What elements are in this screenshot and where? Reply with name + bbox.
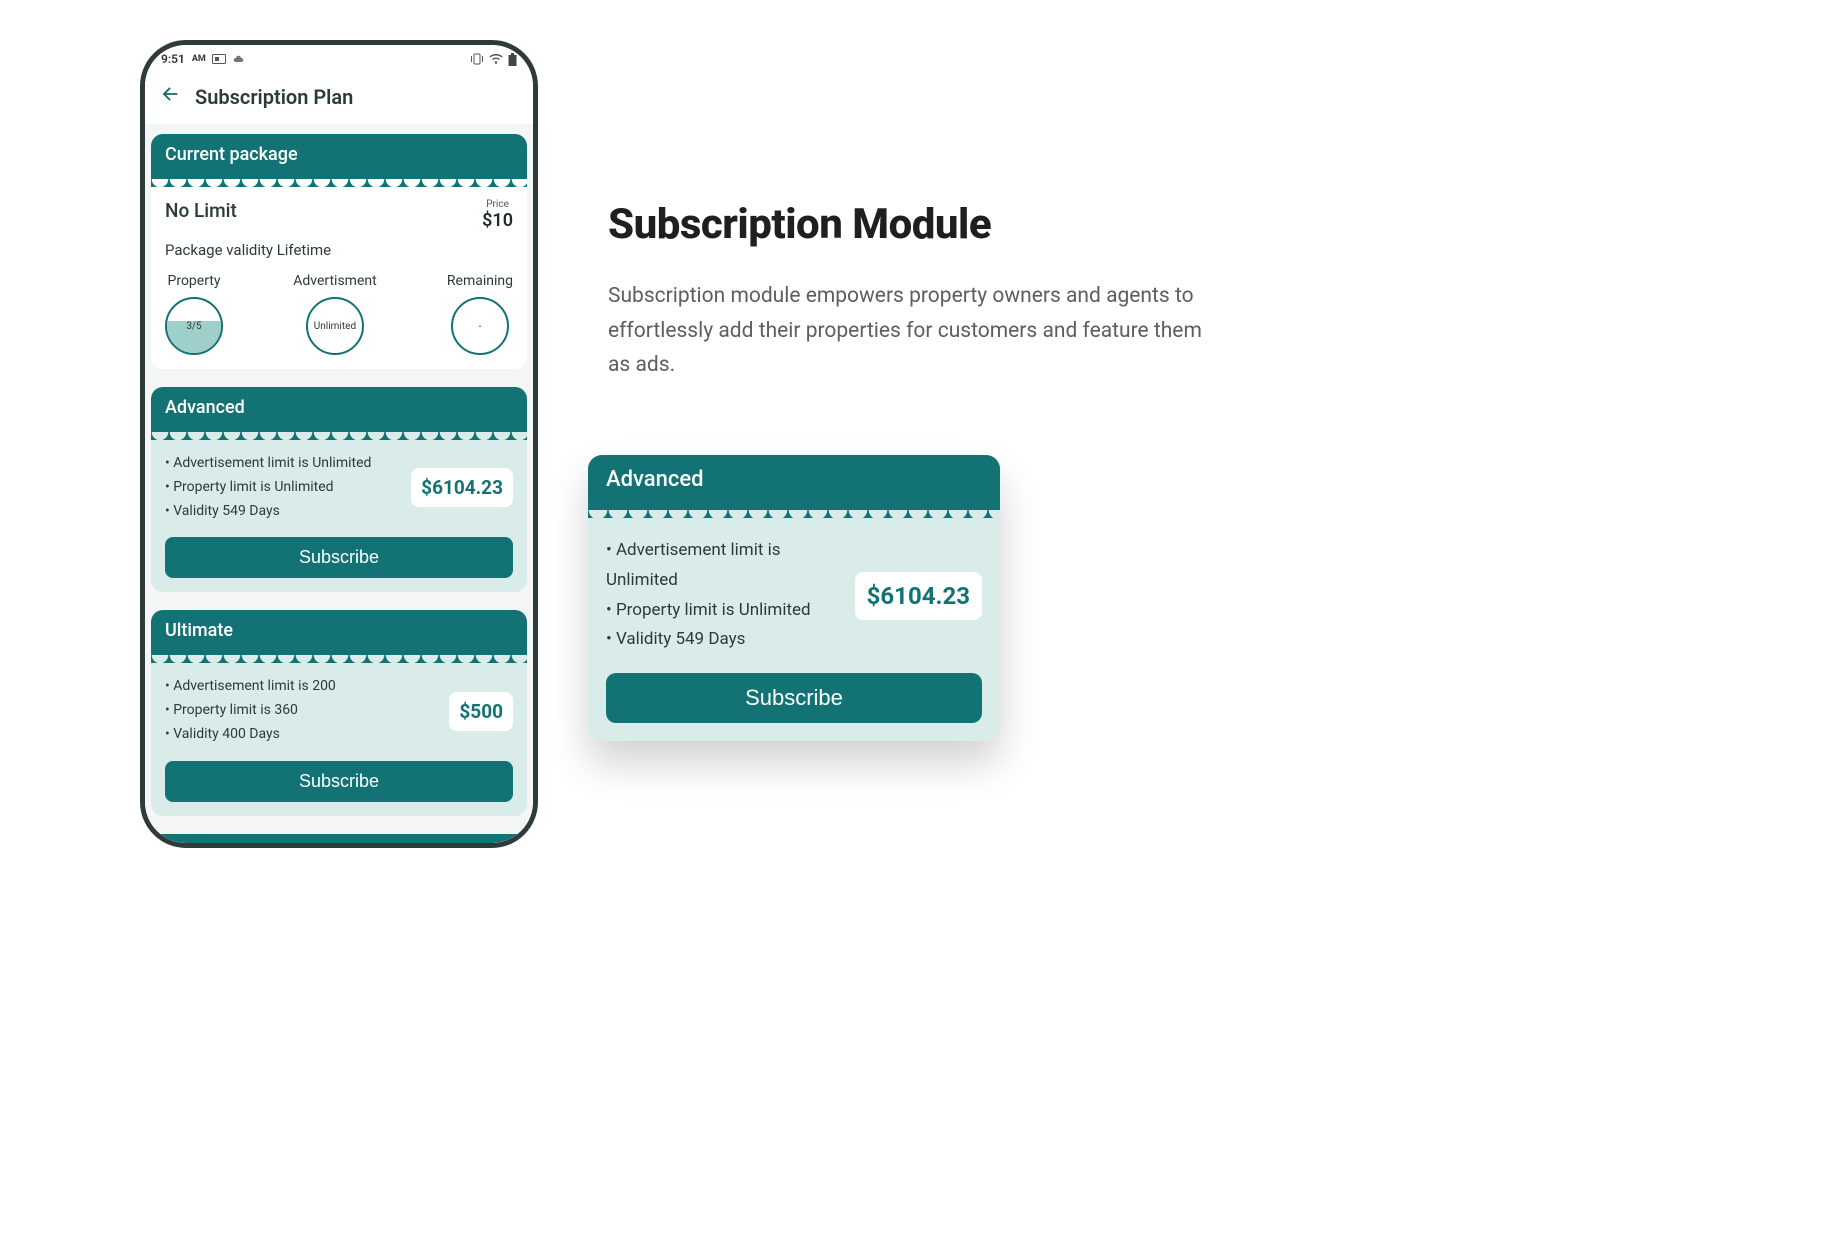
plan-feature: Advertisement limit is Unlimited (606, 536, 847, 596)
wifi-icon (489, 54, 503, 65)
cast-icon (212, 54, 226, 64)
status-ampm: AM (192, 54, 206, 64)
status-bar: 9:51 AM (145, 45, 533, 73)
vibrate-icon (470, 53, 484, 65)
stat-advertisement-gauge: Unlimited (306, 297, 364, 355)
plan-feature: Property limit is Unlimited (606, 596, 847, 626)
plan-feature: Property limit is 360 (165, 699, 336, 723)
next-card-peek (151, 834, 527, 843)
plan-feature: Validity 549 Days (606, 625, 847, 655)
plan-price: $6104.23 (855, 572, 982, 620)
subscribe-button[interactable]: Subscribe (165, 537, 513, 578)
cloud-icon (232, 54, 246, 64)
stat-remaining-label: Remaining (447, 273, 513, 289)
plan-features: Advertisement limit is Unlimited Propert… (165, 452, 371, 523)
phone-mockup: 9:51 AM (140, 40, 538, 848)
plan-title: Ultimate (151, 610, 527, 649)
current-package-price: $10 (482, 210, 513, 231)
battery-icon (508, 53, 517, 66)
subscribe-button[interactable]: Subscribe (606, 673, 982, 723)
plan-feature: Property limit is Unlimited (165, 476, 371, 500)
stat-property-gauge: 3/5 (165, 297, 223, 355)
float-plan-card: Advanced Advertisement limit is Unlimite… (588, 455, 1000, 741)
plan-price: $6104.23 (411, 468, 513, 507)
plan-feature: Validity 549 Days (165, 500, 371, 524)
plan-feature: Advertisement limit is Unlimited (165, 452, 371, 476)
stat-remaining-value: - (479, 321, 482, 332)
plan-feature: Advertisement limit is 200 (165, 675, 336, 699)
current-package-card: Current package No Limit Price $10 Packa… (151, 134, 527, 369)
marketing-heading: Subscription Module (608, 200, 1228, 249)
price-label: Price (482, 199, 513, 210)
stat-property-label: Property (168, 273, 221, 289)
scallop-divider (588, 502, 1000, 518)
plan-card-advanced: Advanced Advertisement limit is Unlimite… (151, 387, 527, 592)
plan-feature: Validity 400 Days (165, 723, 336, 747)
stat-remaining-gauge: - (451, 297, 509, 355)
plan-title: Advanced (588, 455, 1000, 502)
page-title: Subscription Plan (195, 85, 353, 109)
plan-card-ultimate: Ultimate Advertisement limit is 200 Prop… (151, 610, 527, 815)
current-package-header: Current package (151, 134, 527, 173)
scallop-divider (151, 426, 527, 440)
stat-property-value: 3/5 (186, 321, 201, 332)
current-package-name: No Limit (165, 199, 237, 222)
marketing-section: Subscription Module Subscription module … (608, 200, 1228, 383)
status-time: 9:51 (161, 52, 185, 66)
stat-advertisement-label: Advertisment (293, 273, 376, 289)
scallop-divider (151, 649, 527, 663)
plan-price: $500 (449, 692, 513, 731)
subscribe-button[interactable]: Subscribe (165, 761, 513, 802)
stat-advertisement-value: Unlimited (314, 321, 356, 332)
current-package-validity: Package validity Lifetime (165, 241, 513, 259)
plan-features: Advertisement limit is Unlimited Propert… (606, 536, 847, 655)
app-header: Subscription Plan (145, 73, 533, 124)
plan-title: Advanced (151, 387, 527, 426)
plan-features: Advertisement limit is 200 Property limi… (165, 675, 336, 746)
back-arrow-icon[interactable] (159, 83, 181, 110)
marketing-description: Subscription module empowers property ow… (608, 279, 1228, 383)
scallop-divider (151, 173, 527, 187)
